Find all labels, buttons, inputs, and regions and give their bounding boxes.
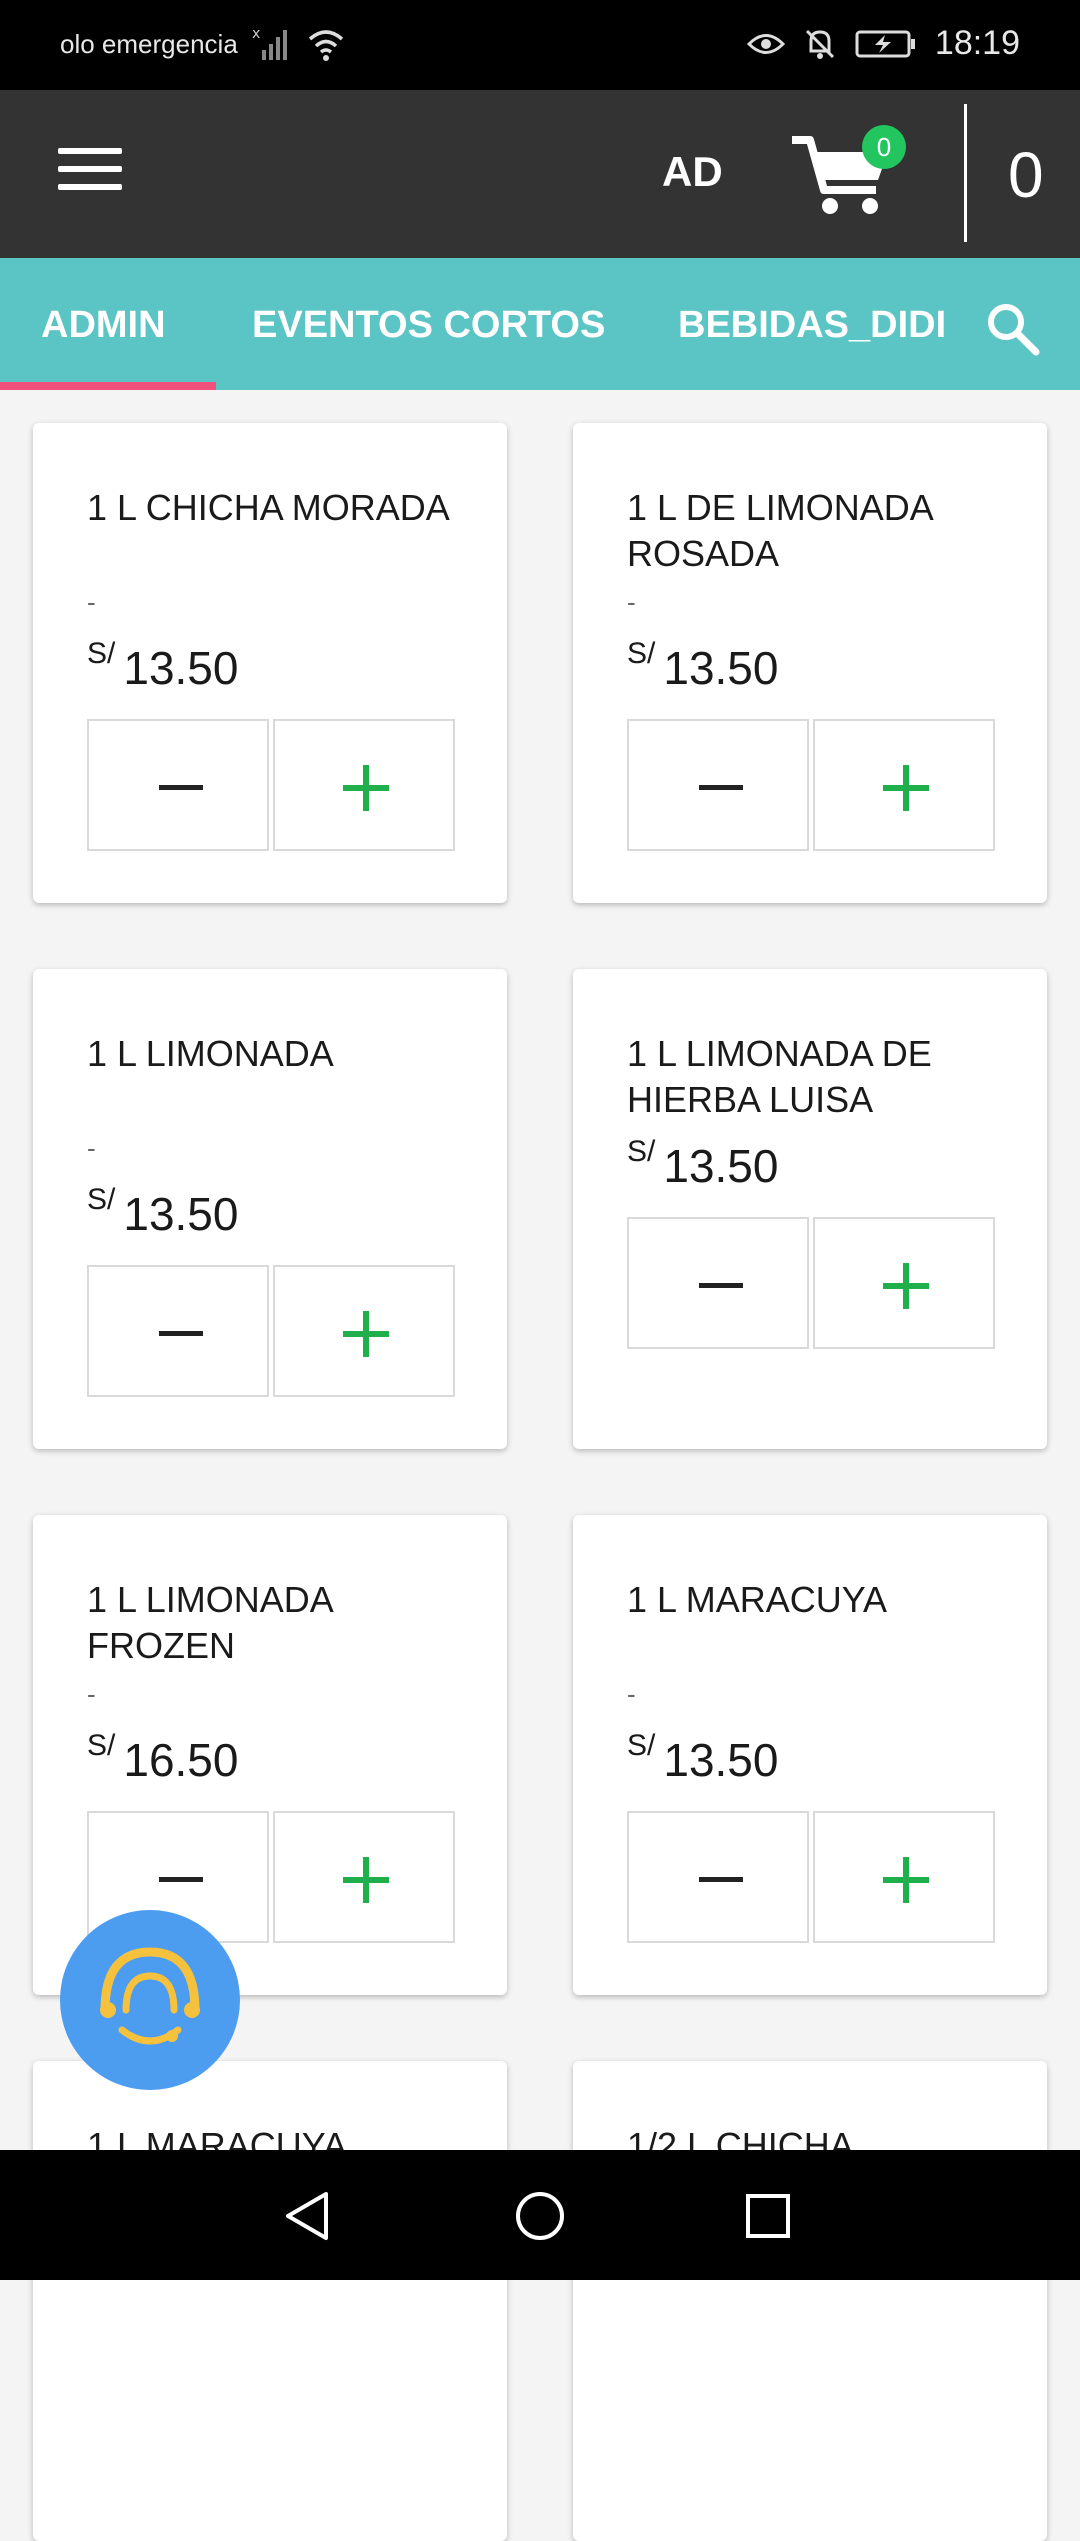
minus-icon <box>699 1877 743 1882</box>
status-left: olo emergencia x <box>60 26 346 62</box>
product-name: 1 L LIMONADA <box>87 1033 334 1074</box>
increase-quantity-button[interactable] <box>273 1811 455 1943</box>
product-price: S/16.50 <box>87 1729 239 1787</box>
signal-icon: x <box>252 26 287 60</box>
product-name: 1 L MARACUYA <box>627 1579 888 1620</box>
product-name: 1 L LIMONADA DE HIERBA LUISA <box>627 1033 932 1120</box>
increase-quantity-button[interactable] <box>813 719 995 851</box>
price-amount: 13.50 <box>123 642 239 694</box>
currency-symbol: S/ <box>627 1729 656 1762</box>
support-headset-icon <box>100 1947 200 2045</box>
status-right: 18:19 <box>746 24 1020 63</box>
increase-quantity-button[interactable] <box>273 1265 455 1397</box>
product-description: - <box>87 1133 96 1163</box>
product-card: 1 L MARACUYA - S/13.50 <box>573 1515 1047 1995</box>
cart-badge: 0 <box>862 125 906 169</box>
tab-bebidas-didi[interactable]: BEBIDAS_DIDI <box>678 304 946 347</box>
bell-off-icon <box>805 29 834 59</box>
battery-icon <box>855 30 915 57</box>
product-description: - <box>87 587 96 617</box>
product-name: 1 L LIMONADA FROZEN <box>87 1579 332 1666</box>
product-description: - <box>627 1679 636 1709</box>
product-card: 1 L MARACUYA <box>33 2061 507 2541</box>
category-tab-bar: ADMIN EVENTOS CORTOS BEBIDAS_DIDI <box>0 258 1080 390</box>
svg-text:x: x <box>252 26 260 42</box>
product-card: 1 L LIMONADA - S/13.50 <box>33 969 507 1449</box>
product-price: S/13.50 <box>627 1135 779 1193</box>
product-card: 1 L DE LIMONADA ROSADA - S/13.50 <box>573 423 1047 903</box>
product-card: 1 L LIMONADA DE HIERBA LUISA S/13.50 <box>573 969 1047 1449</box>
user-initials[interactable]: AD <box>662 148 723 196</box>
product-price: S/13.50 <box>627 1729 779 1787</box>
app-bar: AD 0 0 <box>0 90 1080 258</box>
product-card: 1/2 L CHICHA <box>573 2061 1047 2541</box>
decrease-quantity-button[interactable] <box>627 1217 809 1349</box>
currency-symbol: S/ <box>627 637 656 670</box>
recents-icon[interactable] <box>744 2192 792 2240</box>
support-button[interactable] <box>60 1910 240 2090</box>
carrier-text: olo emergencia <box>60 28 238 59</box>
product-description: - <box>627 587 636 617</box>
minus-icon <box>699 1283 743 1288</box>
decrease-quantity-button[interactable] <box>627 1811 809 1943</box>
active-tab-indicator <box>0 382 216 390</box>
tab-admin[interactable]: ADMIN <box>41 304 166 347</box>
product-card: 1 L CHICHA MORADA - S/13.50 <box>33 423 507 903</box>
increase-quantity-button[interactable] <box>273 719 455 851</box>
home-icon[interactable] <box>514 2190 566 2242</box>
product-description: - <box>87 1679 96 1709</box>
status-time: 18:19 <box>934 24 1020 62</box>
cart-total[interactable]: 0 <box>1008 138 1044 212</box>
product-name: 1 L DE LIMONADA ROSADA <box>627 487 932 574</box>
currency-symbol: S/ <box>87 1729 116 1762</box>
tab-eventos-cortos[interactable]: EVENTOS CORTOS <box>252 304 605 347</box>
minus-icon <box>159 1331 203 1336</box>
status-bar: olo emergencia x 18:19 <box>0 0 1080 90</box>
search-icon[interactable] <box>984 300 1040 356</box>
back-icon[interactable] <box>282 2190 334 2242</box>
price-amount: 13.50 <box>123 1188 239 1240</box>
minus-icon <box>159 1877 203 1882</box>
price-amount: 13.50 <box>663 1734 779 1786</box>
currency-symbol: S/ <box>627 1135 656 1168</box>
product-price: S/13.50 <box>627 637 779 695</box>
app-bar-divider <box>964 104 967 242</box>
currency-symbol: S/ <box>87 637 116 670</box>
minus-icon <box>159 785 203 790</box>
price-amount: 13.50 <box>663 1140 779 1192</box>
product-price: S/13.50 <box>87 637 239 695</box>
system-nav-bar <box>0 2150 1080 2280</box>
decrease-quantity-button[interactable] <box>87 719 269 851</box>
product-price: S/13.50 <box>87 1183 239 1241</box>
currency-symbol: S/ <box>87 1183 116 1216</box>
wifi-icon <box>308 30 343 61</box>
increase-quantity-button[interactable] <box>813 1811 995 1943</box>
hamburger-menu-icon[interactable] <box>58 148 122 198</box>
minus-icon <box>699 785 743 790</box>
price-amount: 13.50 <box>663 642 779 694</box>
eye-icon <box>746 33 785 54</box>
product-name: 1 L CHICHA MORADA <box>87 487 450 528</box>
price-amount: 16.50 <box>123 1734 239 1786</box>
decrease-quantity-button[interactable] <box>87 1265 269 1397</box>
decrease-quantity-button[interactable] <box>627 719 809 851</box>
increase-quantity-button[interactable] <box>813 1217 995 1349</box>
